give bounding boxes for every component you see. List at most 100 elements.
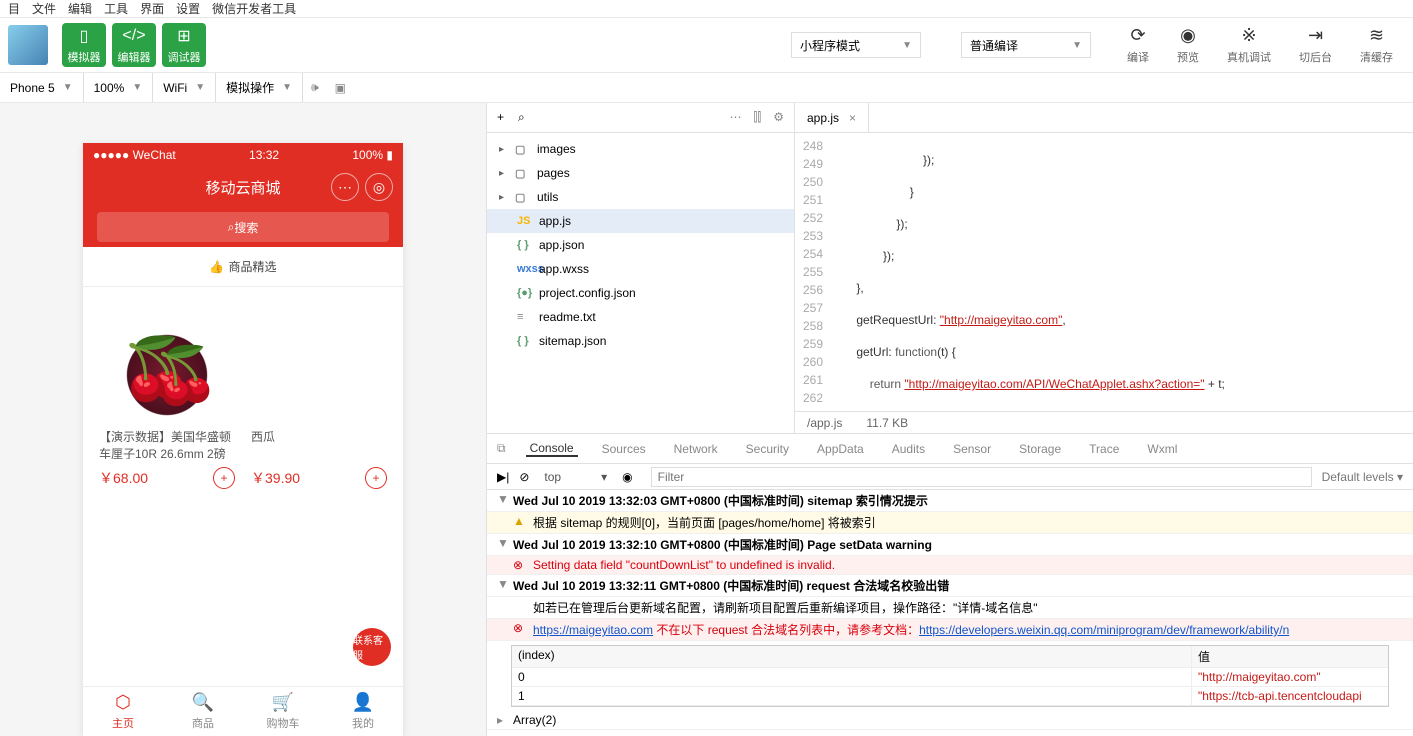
remote-debug-button[interactable]: ※真机调试 <box>1227 25 1271 65</box>
file-app-js[interactable]: JSapp.js <box>487 209 794 233</box>
log-array[interactable]: ▸Array(2) <box>487 711 1413 730</box>
search-input[interactable]: ⌕ 搜索 <box>97 212 389 242</box>
context-select[interactable]: top▾ <box>539 469 612 485</box>
tab-me[interactable]: 👤我的 <box>323 687 403 736</box>
console-log[interactable]: ▼Wed Jul 10 2019 13:32:03 GMT+0800 (中国标准… <box>487 490 1413 736</box>
file-project-config[interactable]: {●}project.config.json <box>487 281 794 305</box>
eye-icon[interactable]: ◉ <box>622 470 632 484</box>
menu-wxdevtools[interactable]: 微信开发者工具 <box>212 0 296 17</box>
link[interactable]: https://developers.weixin.qq.com/minipro… <box>919 623 1289 637</box>
menu-settings[interactable]: 设置 <box>176 0 200 17</box>
more-icon[interactable]: ⋯ <box>331 173 359 201</box>
app-header: 移动云商城 ⋯ ◎ <box>83 167 403 207</box>
product-card[interactable]: 西瓜 ￥39.90+ <box>243 295 395 678</box>
search-icon: 🔍 <box>192 692 214 713</box>
filter-input[interactable] <box>651 467 1312 487</box>
tab-wxml[interactable]: Wxml <box>1143 442 1181 456</box>
more-icon[interactable]: ⋯ <box>730 110 742 125</box>
product-image <box>251 303 387 423</box>
tab-security[interactable]: Security <box>742 442 793 456</box>
folder-pages[interactable]: ▸▢pages <box>487 161 794 185</box>
device-select[interactable]: Phone 5▼ <box>0 73 84 102</box>
debug-pane: ⧉ Console Sources Network Security AppDa… <box>487 433 1413 736</box>
code-area[interactable]: 2482492502512522532542552562572582592602… <box>795 133 1413 411</box>
toggle-sidebar-icon[interactable]: ▶| <box>497 470 509 484</box>
editor-tab-appjs[interactable]: app.js× <box>795 103 869 132</box>
tab-appdata[interactable]: AppData <box>813 442 868 456</box>
chevron-down-icon: ▼ <box>195 82 205 93</box>
layers-icon: ≋ <box>1369 25 1384 47</box>
folder-images[interactable]: ▸▢images <box>487 137 794 161</box>
console-toolbar: ▶| ⊘ top▾ ◉ Default levels ▾ <box>487 464 1413 490</box>
clear-cache-button[interactable]: ≋清缓存 <box>1360 25 1393 65</box>
log-info: 如若已在管理后台更新域名配置，请刷新项目配置后重新编译项目，操作路径："详情-域… <box>487 597 1413 619</box>
tab-storage[interactable]: Storage <box>1015 442 1065 456</box>
product-card[interactable]: 【演示数据】美国华盛顿车厘子10R 26.6mm 2磅装 美国... ￥68.0… <box>91 295 243 678</box>
close-icon[interactable]: × <box>849 111 856 125</box>
file-app-json[interactable]: { }app.json <box>487 233 794 257</box>
add-file-icon[interactable]: + <box>497 110 504 125</box>
log-error: ⊗Setting data field "countDownList" to u… <box>487 556 1413 575</box>
link[interactable]: https://maigeyitao.com <box>533 623 653 637</box>
dock-icon[interactable]: ▣ <box>327 81 354 95</box>
tab-goods[interactable]: 🔍商品 <box>163 687 243 736</box>
mute-icon[interactable]: 🕪 <box>303 80 327 95</box>
clear-console-icon[interactable]: ⊘ <box>519 470 529 484</box>
add-button[interactable]: + <box>213 467 235 489</box>
table-row: 0"http://maigeyitao.com" <box>512 668 1388 687</box>
folder-utils[interactable]: ▸▢utils <box>487 185 794 209</box>
console-table: (index)值 0"http://maigeyitao.com" 1"http… <box>511 645 1389 707</box>
split-icon[interactable]: ⫿⫿ <box>754 110 762 125</box>
debug-tabs: ⧉ Console Sources Network Security AppDa… <box>487 434 1413 464</box>
levels-select[interactable]: Default levels ▾ <box>1322 470 1403 484</box>
compile-button[interactable]: ⟳编译 <box>1127 25 1149 65</box>
settings-icon[interactable]: ⚙ <box>773 110 784 125</box>
menu-edit[interactable]: 编辑 <box>68 0 92 17</box>
editor-button[interactable]: </>编辑器 <box>112 23 156 67</box>
debugger-button[interactable]: ⊞调试器 <box>162 23 206 67</box>
log-group[interactable]: ▼Wed Jul 10 2019 13:32:03 GMT+0800 (中国标准… <box>487 490 1413 512</box>
tab-sources[interactable]: Sources <box>598 442 650 456</box>
product-name: 【演示数据】美国华盛顿车厘子10R 26.6mm 2磅装 美国... <box>99 429 235 459</box>
tab-home[interactable]: ⬡主页 <box>83 687 163 736</box>
tab-trace[interactable]: Trace <box>1085 442 1123 456</box>
code-content[interactable]: }); } }); }); }, getRequestUrl: "http://… <box>835 133 1413 411</box>
json-icon: { } <box>517 239 533 251</box>
search-files-icon[interactable]: ⌕ <box>518 110 525 125</box>
operation-select[interactable]: 模拟操作▼ <box>216 73 303 102</box>
menu-ui[interactable]: 界面 <box>140 0 164 17</box>
target-icon[interactable]: ◎ <box>365 173 393 201</box>
file-path: /app.js <box>807 416 842 430</box>
file-readme[interactable]: ≡readme.txt <box>487 305 794 329</box>
menu-project[interactable]: 目 <box>8 0 20 17</box>
simulator-button[interactable]: ▯模拟器 <box>62 23 106 67</box>
log-group[interactable]: ▼Wed Jul 10 2019 13:32:10 GMT+0800 (中国标准… <box>487 534 1413 556</box>
add-button[interactable]: + <box>365 467 387 489</box>
mode-select[interactable]: 小程序模式▼ <box>791 32 921 58</box>
chat-button[interactable]: 联系客服 <box>353 628 391 666</box>
wxss-icon: wxss <box>517 263 533 275</box>
background-button[interactable]: ⇥切后台 <box>1299 25 1332 65</box>
tab-network[interactable]: Network <box>670 442 722 456</box>
file-app-wxss[interactable]: wxssapp.wxss <box>487 257 794 281</box>
dock-icon[interactable]: ⧉ <box>497 441 506 456</box>
preview-button[interactable]: ◉预览 <box>1177 25 1199 65</box>
project-avatar[interactable] <box>8 25 48 65</box>
menu-file[interactable]: 文件 <box>32 0 56 17</box>
file-sitemap[interactable]: { }sitemap.json <box>487 329 794 353</box>
menu-tools[interactable]: 工具 <box>104 0 128 17</box>
chevron-down-icon: ▼ <box>497 577 507 591</box>
log-group[interactable]: ▼Wed Jul 10 2019 13:32:11 GMT+0800 (中国标准… <box>487 575 1413 597</box>
tab-cart[interactable]: 🛒购物车 <box>243 687 323 736</box>
tab-console[interactable]: Console <box>526 441 578 457</box>
compile-mode-select[interactable]: 普通编译▼ <box>961 32 1091 58</box>
chevron-down-icon: ▼ <box>497 536 507 550</box>
zoom-select[interactable]: 100%▼ <box>84 73 154 102</box>
tab-audits[interactable]: Audits <box>888 442 929 456</box>
phone-status-bar: ●●●●● WeChat 13:32 100% ▮ <box>83 143 403 167</box>
file-explorer: + ⌕ ⋯ ⫿⫿ ⚙ ▸▢images ▸▢pages ▸▢utils JSap… <box>487 103 795 433</box>
chevron-down-icon: ▼ <box>132 82 142 93</box>
tabbar: ⬡主页 🔍商品 🛒购物车 👤我的 <box>83 686 403 736</box>
tab-sensor[interactable]: Sensor <box>949 442 995 456</box>
network-select[interactable]: WiFi▼ <box>153 73 216 102</box>
